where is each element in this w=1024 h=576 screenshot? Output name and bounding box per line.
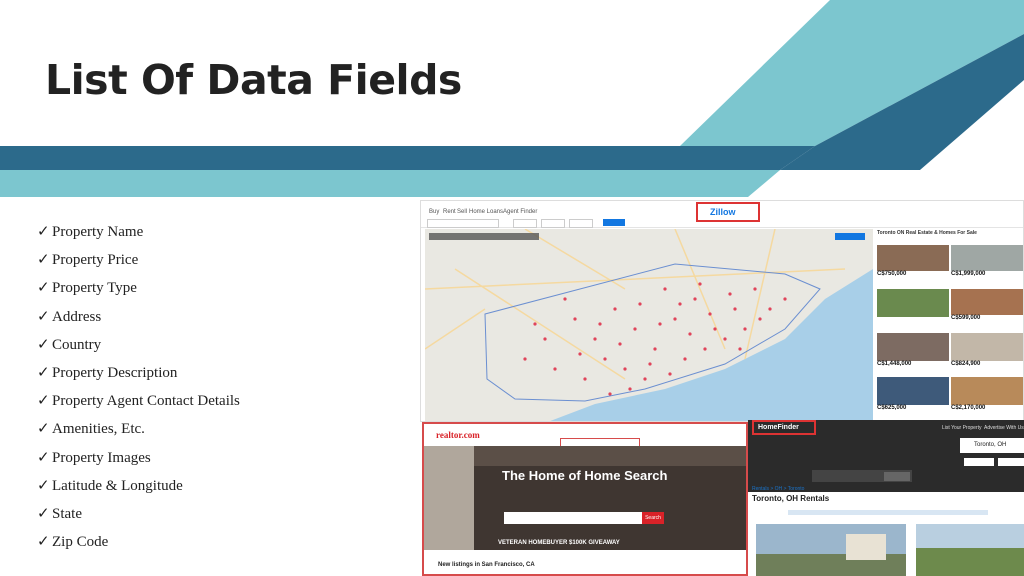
list-item: ✓ Country [37,336,102,353]
listing-card[interactable]: C$625,000 [877,377,949,421]
listing-card[interactable]: C$750,000 [877,245,949,287]
zillow-nav-item[interactable]: Sell [457,209,467,215]
listings-heading: New listings in San Francisco, CA [438,562,535,568]
list-item: ✓ State [37,505,82,522]
listing-card[interactable] [756,524,906,576]
zillow-nav-item[interactable]: Agent Finder [503,209,537,215]
listing-card[interactable] [877,289,949,333]
list-item: ✓ Address [37,308,102,325]
check-icon: ✓ [37,280,50,297]
list-item: ✓ Zip Code [37,534,109,551]
zillow-map[interactable] [425,229,873,422]
homefinder-logo[interactable]: HomeFinder [758,424,799,431]
check-icon: ✓ [37,505,50,522]
list-item: ✓ Latitude & Longitude [37,477,183,494]
check-icon: ✓ [37,308,50,325]
zillow-filter-bar [421,218,1023,228]
save-search-button[interactable] [603,219,625,226]
list-item: ✓ Amenities, Etc. [37,421,145,438]
filter-select[interactable] [964,458,994,466]
search-input[interactable] [504,512,642,524]
realtor-screenshot: realtor.com The Home of Home Search Sear… [422,422,748,576]
homefinder-search-area: Toronto, OH [748,436,1024,492]
filter-button[interactable] [569,219,593,228]
zillow-listing-panel: Toronto ON Real Estate & Homes For Sale … [875,229,1023,421]
listing-header: Toronto ON Real Estate & Homes For Sale [877,230,977,236]
zillow-nav-item[interactable]: Home Loans [469,209,503,215]
filter-select[interactable] [998,458,1024,466]
breadcrumb: Rentals > OH > Toronto [752,486,805,492]
check-icon: ✓ [37,477,50,494]
list-item: ✓ Property Price [37,252,139,269]
advertise-link[interactable]: Advertise With Us [984,425,1024,431]
search-button[interactable]: Search [642,512,664,524]
check-icon: ✓ [37,393,50,410]
slide-title: List Of Data Fields [45,56,462,104]
info-notice [788,510,988,515]
check-icon: ✓ [37,421,50,438]
search-input[interactable] [427,219,499,228]
data-fields-list: ✓ Property Name ✓ Property Price ✓ Property… [37,222,240,560]
zillow-nav-item[interactable]: Buy [429,209,439,215]
realtor-headline: The Home of Home Search [502,468,668,483]
realtor-logo[interactable]: realtor.com [436,430,480,440]
realtor-hero: The Home of Home Search Search VETERAN H… [424,446,746,550]
zillow-nav-item[interactable]: Rent [443,209,456,215]
list-item: ✓ Property Name [37,224,144,240]
zillow-screenshot: Buy Rent Sell Home Loans Agent Finder Zi… [420,200,1024,422]
page-title: Toronto, OH Rentals [752,494,830,503]
listing-card[interactable] [916,524,1024,576]
filter-button[interactable] [541,219,565,228]
list-item: ✓ Property Description [37,364,178,381]
homefinder-logo-highlight: HomeFinder [752,420,816,435]
check-icon: ✓ [37,364,50,381]
list-item: ✓ Property Agent Contact Details [37,393,240,410]
listing-card[interactable]: C$2,170,000 [951,377,1023,421]
check-icon: ✓ [37,534,50,551]
giveaway-banner[interactable]: VETERAN HOMEBUYER $100K GIVEAWAY [498,540,620,546]
check-icon: ✓ [37,449,50,466]
listing-card[interactable]: C$599,000 [951,289,1023,333]
homefinder-topbar: HomeFinder List Your Property Advertise … [748,420,1024,436]
listing-card[interactable]: C$824,900 [951,333,1023,375]
listing-card[interactable]: C$1,999,000 [951,245,1023,287]
list-item: ✓ Property Type [37,280,137,297]
homefinder-screenshot: HomeFinder List Your Property Advertise … [748,420,1024,576]
check-icon: ✓ [37,224,50,240]
realtor-topbar: realtor.com [424,424,746,447]
check-icon: ✓ [37,336,50,353]
filter-button[interactable] [513,219,537,228]
list-property-link[interactable]: List Your Property [942,425,981,431]
list-item: ✓ Property Images [37,449,151,466]
search-input[interactable]: Toronto, OH [960,438,1024,453]
zillow-logo[interactable]: Zillow [710,207,736,217]
tab-rentals[interactable] [884,472,910,481]
listing-card[interactable]: C$1,448,000 [877,333,949,375]
check-icon: ✓ [37,252,50,269]
